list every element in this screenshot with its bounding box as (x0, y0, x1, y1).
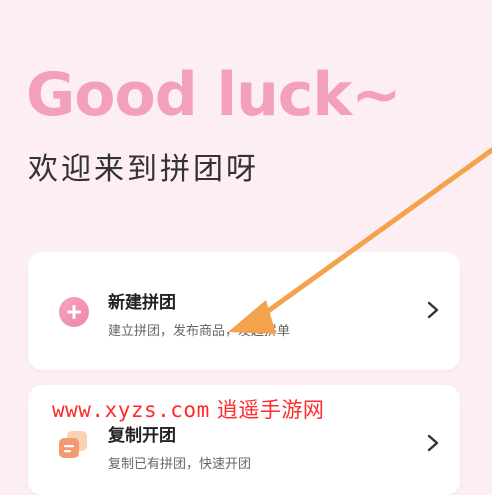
watermark: www.xyzs.com 逍遥手游网 (52, 394, 324, 424)
new-group-title: 新建拼团 (108, 293, 176, 313)
hero-title: Good luck~ (26, 60, 402, 130)
copy-group-desc: 复制已有拼团，快速开团 (108, 457, 252, 472)
watermark-url: www.xyzs.com (52, 398, 210, 422)
watermark-site: 逍遥手游网 (216, 398, 325, 422)
plus-circle-icon (59, 297, 89, 327)
copy-group-title: 复制开团 (108, 426, 176, 446)
hero-subtitle: 欢迎来到拼团呀 (28, 152, 259, 187)
chevron-right-icon (427, 301, 439, 319)
copy-doc-icon (59, 431, 87, 458)
chevron-right-icon (427, 434, 439, 452)
new-group-desc: 建立拼团，发布商品，发起拼单 (108, 324, 291, 339)
new-group-card[interactable]: 新建拼团 建立拼团，发布商品，发起拼单 (28, 252, 460, 370)
